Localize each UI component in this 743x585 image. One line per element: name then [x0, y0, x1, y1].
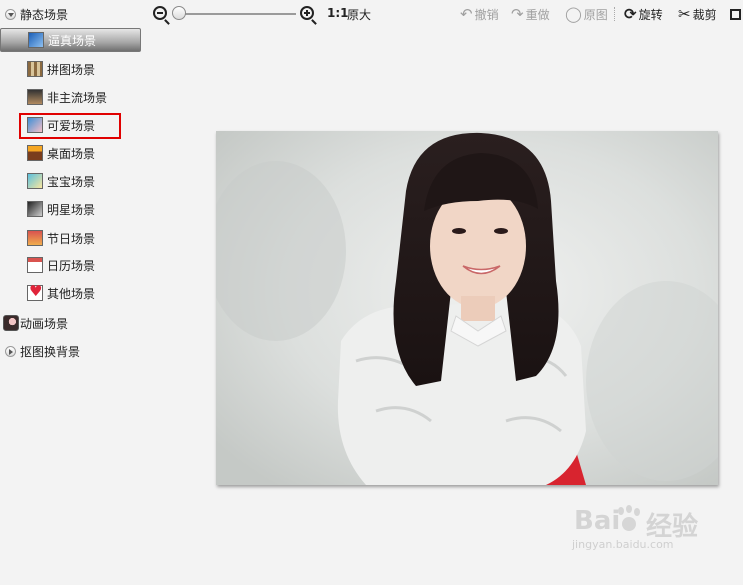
- sidebar-item-star-scene[interactable]: 明星场景: [27, 199, 95, 219]
- baidu-paw-icon: [614, 505, 642, 535]
- original-size-label[interactable]: 原大: [347, 6, 371, 23]
- festival-scene-icon: [27, 230, 43, 246]
- sidebar-item-label: 可爱场景: [47, 118, 96, 133]
- sidebar-item-label: 明星场景: [47, 202, 96, 217]
- original-image-button[interactable]: ◯ 原图: [565, 6, 608, 22]
- sidebar-item-label: 日历场景: [47, 258, 96, 273]
- more-tool-button[interactable]: [730, 6, 743, 22]
- animated-scene-icon: [3, 315, 19, 331]
- collapse-arrow-icon[interactable]: [5, 8, 16, 20]
- sidebar-item-cute-scene[interactable]: 可爱场景: [27, 115, 95, 135]
- zoom-out-icon[interactable]: [153, 6, 170, 25]
- star-scene-icon: [27, 201, 43, 217]
- group-animated-scenes-label: 动画场景: [20, 316, 69, 331]
- baby-scene-icon: [27, 173, 43, 189]
- rotate-icon: ⟳: [624, 5, 637, 23]
- sidebar-item-label: 逼真场景: [48, 33, 97, 48]
- original-image-label: 原图: [583, 7, 608, 22]
- actual-size-button[interactable]: 1:1: [327, 6, 349, 20]
- sidebar-item-realistic-scene[interactable]: 逼真场景: [0, 28, 141, 52]
- sidebar-item-label: 非主流场景: [47, 90, 108, 105]
- undo-button[interactable]: ↶ 撤销: [460, 6, 499, 22]
- expand-arrow-icon[interactable]: [5, 345, 16, 357]
- sidebar-item-festival-scene[interactable]: 节日场景: [27, 228, 95, 248]
- realistic-scene-icon: [28, 32, 44, 48]
- zoom-slider-handle[interactable]: [172, 6, 186, 20]
- export-icon: [730, 8, 741, 20]
- original-image-icon: ◯: [565, 5, 582, 23]
- sidebar-item-other-scene[interactable]: 其他场景: [27, 283, 95, 303]
- rotate-label: 旋转: [638, 7, 663, 22]
- redo-button[interactable]: ↷ 重做: [511, 6, 550, 22]
- heart-icon: [27, 283, 43, 301]
- sidebar-item-label: 节日场景: [47, 231, 96, 246]
- alternative-scene-icon: [27, 89, 43, 105]
- group-animated-scenes[interactable]: 动画场景: [0, 313, 68, 333]
- sidebar-item-calendar-scene[interactable]: 日历场景: [27, 255, 95, 275]
- crop-button[interactable]: ✂ 裁剪: [678, 6, 717, 22]
- undo-icon: ↶: [460, 5, 473, 23]
- redo-icon: ↷: [511, 5, 524, 23]
- sidebar-item-baby-scene[interactable]: 宝宝场景: [27, 171, 95, 191]
- toolbar-divider: [614, 7, 616, 21]
- sidebar-item-label: 拼图场景: [47, 62, 96, 77]
- zoom-in-icon[interactable]: [300, 6, 317, 25]
- sidebar-item-label: 其他场景: [47, 286, 96, 301]
- cute-scene-icon: [27, 117, 43, 133]
- puzzle-scene-icon: [27, 61, 43, 77]
- sidebar-item-puzzle-scene[interactable]: 拼图场景: [27, 59, 95, 79]
- calendar-scene-icon: [27, 257, 43, 273]
- photo-preview[interactable]: [216, 131, 718, 485]
- scissors-icon: ✂: [678, 5, 691, 23]
- redo-label: 重做: [525, 7, 550, 22]
- sidebar-item-label: 宝宝场景: [47, 174, 96, 189]
- group-static-scenes[interactable]: 静态场景: [0, 4, 68, 24]
- undo-label: 撤销: [474, 7, 499, 22]
- scene-sidebar: 静态场景 逼真场景 拼图场景 非主流场景 可爱场景 桌面场景 宝宝场景 明星场景…: [0, 0, 143, 585]
- group-cutout-background-label: 抠图换背景: [20, 344, 81, 359]
- desktop-scene-icon: [27, 145, 43, 161]
- crop-label: 裁剪: [692, 7, 717, 22]
- sidebar-item-desktop-scene[interactable]: 桌面场景: [27, 143, 95, 163]
- group-cutout-background[interactable]: 抠图换背景: [0, 341, 80, 361]
- rotate-button[interactable]: ⟳ 旋转: [624, 6, 663, 22]
- zoom-slider[interactable]: [178, 13, 296, 15]
- photo-portrait-image: [216, 131, 718, 485]
- sidebar-item-label: 桌面场景: [47, 146, 96, 161]
- watermark-url: jingyan.baidu.com: [572, 538, 674, 551]
- group-static-scenes-label: 静态场景: [20, 7, 69, 22]
- sidebar-item-alternative-scene[interactable]: 非主流场景: [27, 87, 107, 107]
